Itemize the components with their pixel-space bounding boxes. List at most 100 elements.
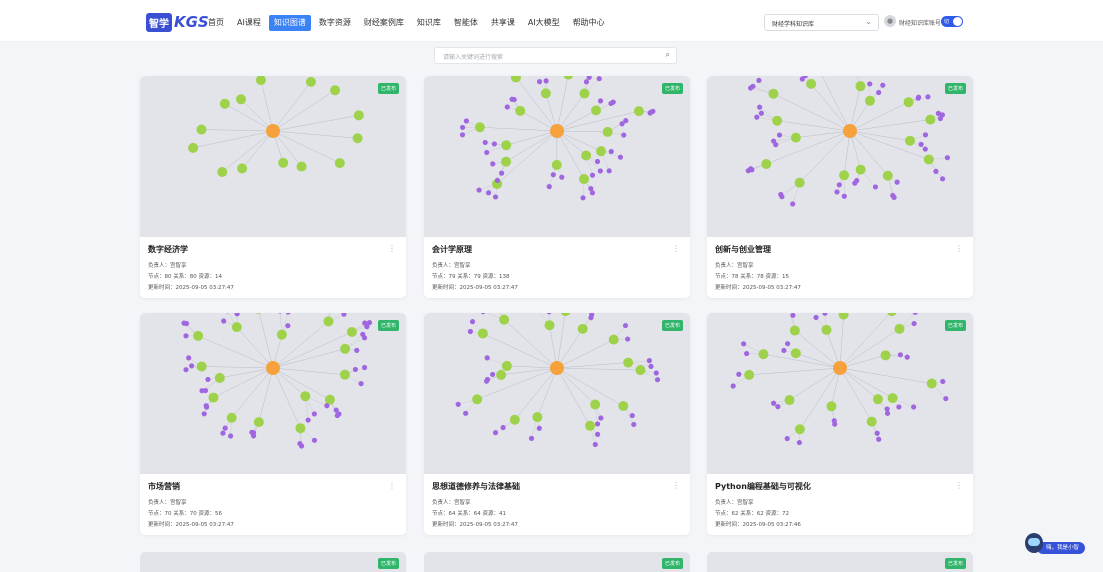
graph-node-leaf[interactable] [492,194,499,200]
graph-node-topic[interactable] [544,320,555,331]
graph-node-leaf[interactable] [608,100,614,107]
graph-node-topic[interactable] [300,391,311,402]
graph-node-leaf[interactable] [784,341,791,347]
graph-node-leaf[interactable] [822,313,828,316]
graph-card-partial[interactable]: 已发布 [140,552,406,572]
graph-node-leaf[interactable] [852,180,858,186]
graph-node-leaf[interactable] [922,132,929,138]
graph-node-leaf[interactable] [776,132,783,138]
graph-node-topic[interactable] [253,313,263,314]
graph-node-leaf[interactable] [499,170,505,176]
graph-node-topic[interactable] [501,140,512,151]
graph-node-leaf[interactable] [305,417,311,423]
graph-card[interactable]: 已发布 创新与创业管理 ⋮ 负责人：宫智享 节点：78 关系：78 资源：15 更新时间：… [707,76,973,298]
graph-node-leaf[interactable] [222,425,228,431]
graph-node-leaf[interactable] [796,439,802,446]
graph-node-leaf[interactable] [756,77,762,83]
graph-node-topic[interactable] [925,114,936,125]
graph-node-leaf[interactable] [594,421,601,427]
graph-node-leaf[interactable] [500,424,506,431]
graph-node-topic[interactable] [474,122,485,133]
graph-node-leaf[interactable] [749,167,755,173]
graph-node-leaf[interactable] [285,313,291,315]
graph-node-topic[interactable] [499,314,510,325]
graph-node-leaf[interactable] [897,352,904,358]
graph-node-topic[interactable] [353,110,364,121]
graph-node-leaf[interactable] [536,79,543,85]
graph-node-leaf[interactable] [183,367,189,373]
graph-node-topic[interactable] [295,423,306,434]
graph-node-topic[interactable] [305,76,316,87]
graph-node-leaf[interactable] [922,146,928,152]
graph-node-topic[interactable] [340,343,351,354]
graph-node-topic[interactable] [635,365,646,376]
nav-item[interactable]: 数字资源 [314,15,356,31]
graph-node-topic[interactable] [758,349,769,360]
graph-node-leaf[interactable] [484,376,491,383]
graph-node-leaf[interactable] [773,142,779,148]
graph-node-leaf[interactable] [884,410,891,416]
graph-node-topic[interactable] [501,360,512,371]
graph-node-leaf[interactable] [597,98,604,104]
graph-node-topic[interactable] [882,170,893,181]
mode-toggle[interactable]: 切 [941,16,963,27]
graph-node-leaf[interactable] [285,323,291,329]
graph-node-leaf[interactable] [597,168,603,174]
graph-node-leaf[interactable] [623,118,629,124]
graph-node-leaf[interactable] [199,388,205,394]
graph-node-topic[interactable] [579,174,590,185]
graph-node-leaf[interactable] [617,154,624,160]
graph-node-leaf[interactable] [918,141,924,147]
graph-node-leaf[interactable] [730,383,736,389]
graph-node-leaf[interactable] [189,363,195,369]
graph-node-leaf[interactable] [476,187,482,193]
graph-node-leaf[interactable] [459,124,466,131]
graph-node-topic[interactable] [339,369,350,380]
graph-node-leaf[interactable] [205,376,211,383]
graph-node-leaf[interactable] [484,355,490,361]
graph-preview[interactable]: 已发布 [140,313,406,474]
graph-node-leaf[interactable] [469,319,476,325]
graph-node-leaf[interactable] [790,313,796,318]
ai-assistant-button[interactable]: 嗨，我是小智 [1025,533,1087,555]
graph-node-leaf[interactable] [546,313,552,315]
graph-node-leaf[interactable] [580,195,586,201]
search-icon[interactable]: ⌕ [666,50,670,60]
graph-node-leaf[interactable] [181,320,187,326]
graph-node-leaf[interactable] [748,85,754,91]
graph-node-leaf[interactable] [775,404,781,410]
knowledge-base-select[interactable]: 财经学科知识库 ⌄ [764,14,879,31]
graph-node-topic[interactable] [784,395,795,406]
graph-node-leaf[interactable] [876,436,882,442]
card-title[interactable]: 市场营销 [148,481,180,492]
graph-node-topic[interactable] [196,361,207,372]
graph-node-leaf[interactable] [841,193,847,199]
graph-node-topic[interactable] [188,142,199,153]
graph-node-center[interactable] [266,361,280,375]
graph-node-topic[interactable] [768,88,779,99]
graph-node-leaf[interactable] [836,182,842,188]
graph-node-topic[interactable] [894,323,905,334]
graph-card[interactable]: 已发布 市场营销 ⋮ 负责人：宫智享 节点：70 关系：70 资源：56 更新时间：202… [140,313,406,535]
graph-node-leaf[interactable] [625,336,631,342]
graph-node-leaf[interactable] [834,189,840,195]
graph-node-leaf[interactable] [622,322,629,329]
graph-node-leaf[interactable] [598,415,604,421]
graph-node-leaf[interactable] [298,443,305,449]
graph-node-topic[interactable] [602,126,613,137]
nav-item[interactable]: 知识图谱 [268,15,311,31]
graph-preview[interactable]: 已发布 [707,313,973,474]
graph-node-topic[interactable] [789,325,800,336]
more-vertical-icon[interactable]: ⋮ [672,244,680,253]
graph-node-leaf[interactable] [867,81,873,87]
more-vertical-icon[interactable]: ⋮ [388,244,396,253]
graph-card[interactable]: 已发布 数字经济学 ⋮ 负责人：宫智享 节点：80 关系：80 资源：14 更新时间：20… [140,76,406,298]
more-vertical-icon[interactable]: ⋮ [388,481,396,490]
nav-item[interactable]: 首页 [203,15,229,31]
graph-node-topic[interactable] [790,348,801,359]
graph-node-leaf[interactable] [915,94,922,100]
graph-node-leaf[interactable] [813,314,819,321]
nav-item[interactable]: AI大模型 [523,15,565,31]
graph-node-topic[interactable] [855,164,866,175]
graph-node-topic[interactable] [839,170,850,181]
